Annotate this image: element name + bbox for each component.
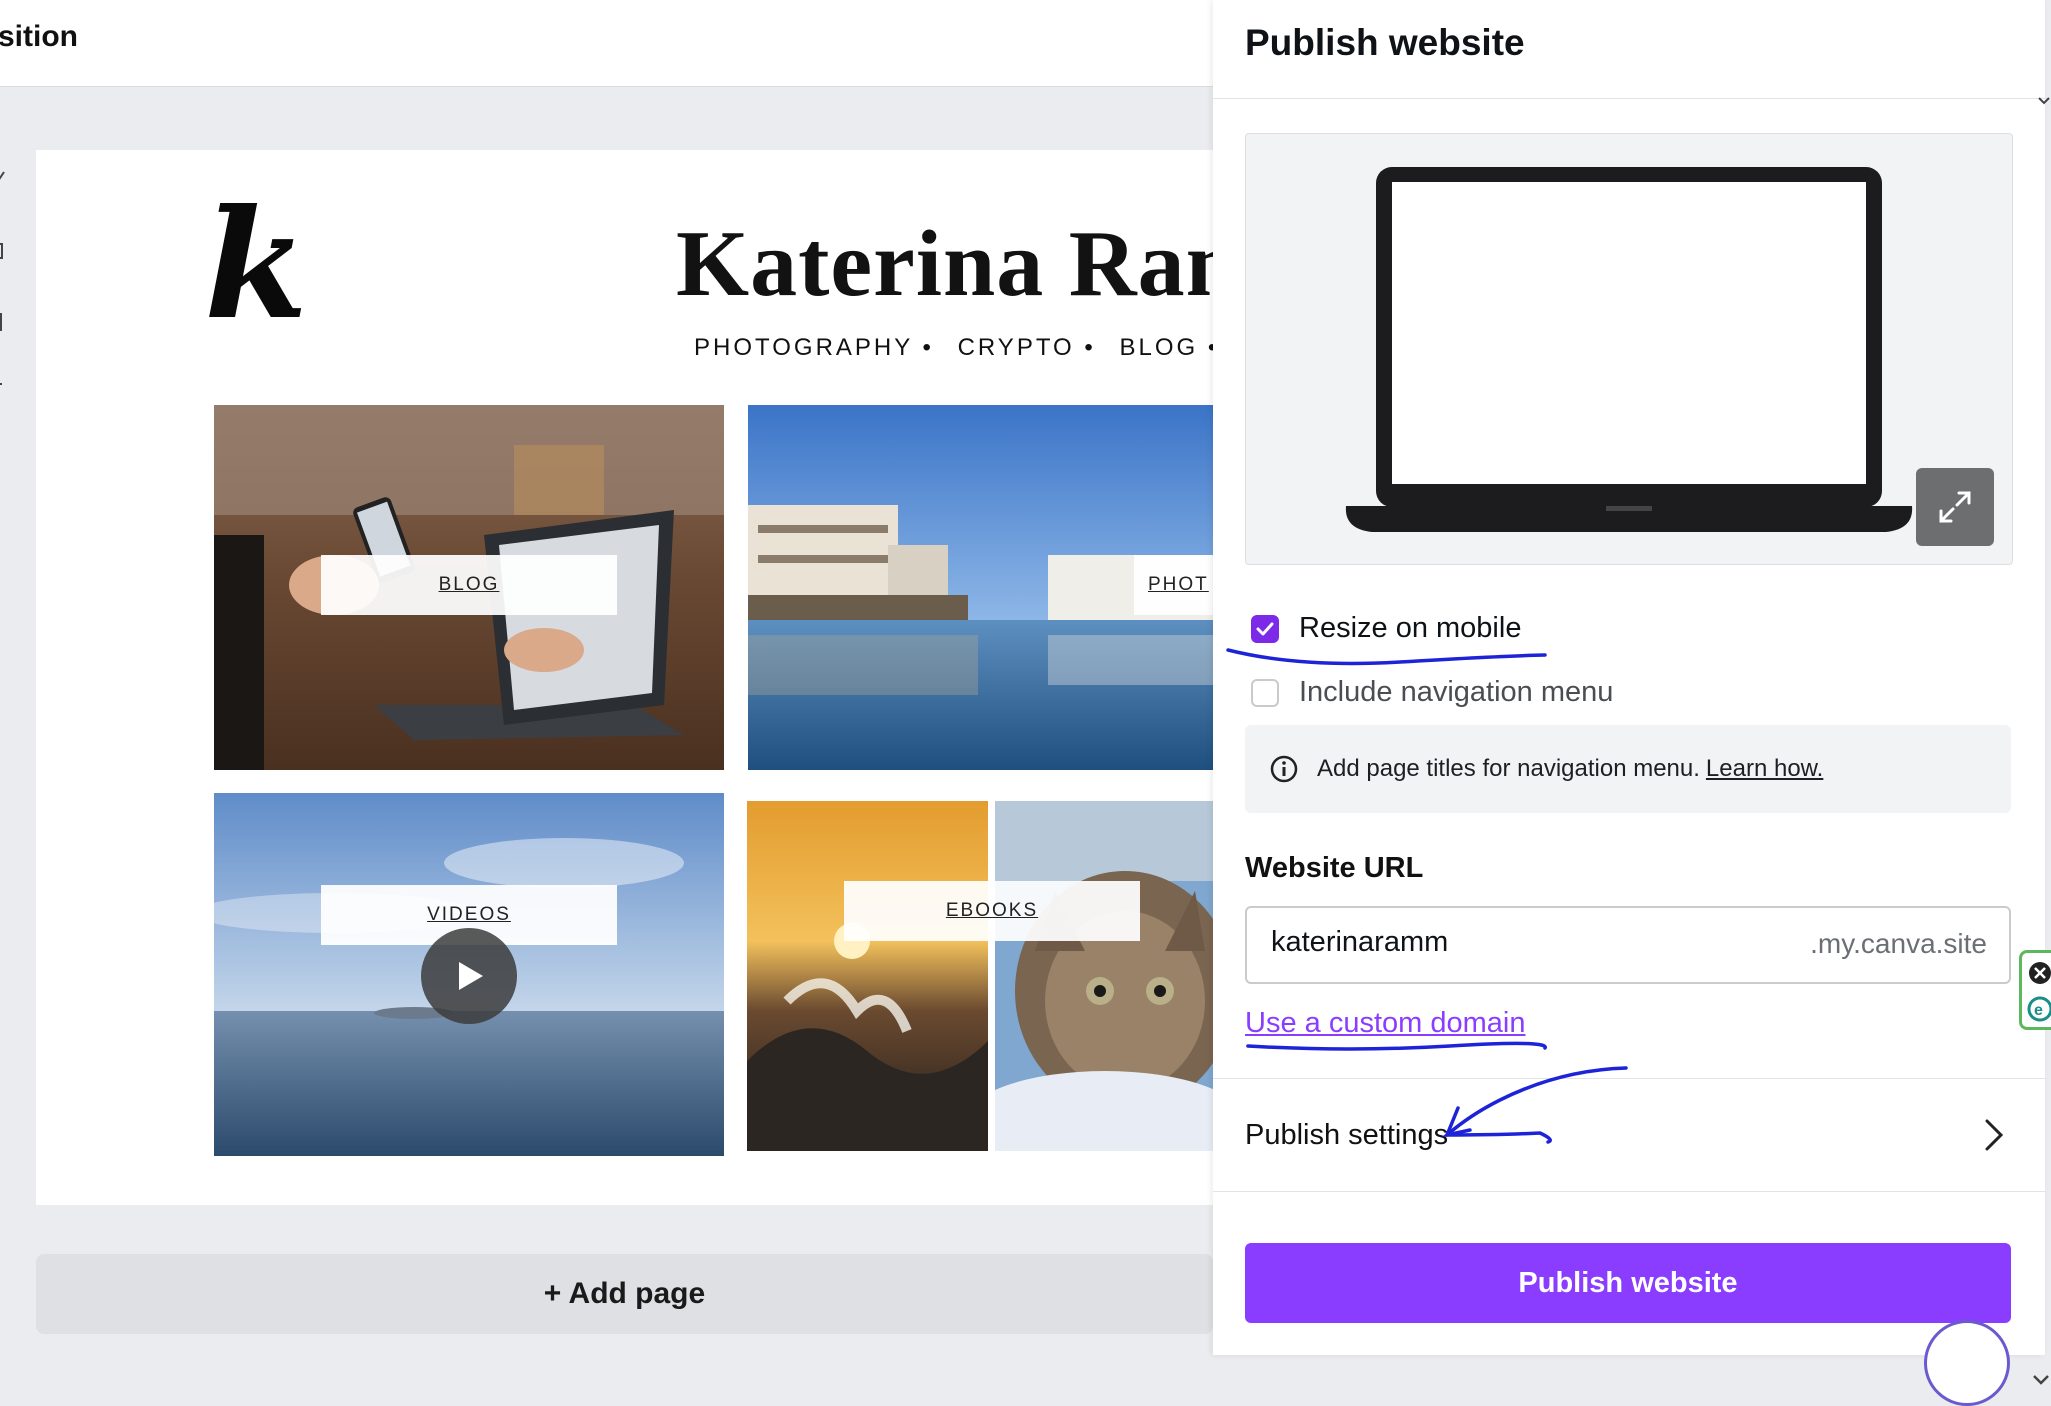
ebooks-tile-label-text: EBOOKS <box>945 900 1039 921</box>
blog-tile-label[interactable]: BLOG <box>321 555 617 615</box>
expand-preview-button[interactable] <box>1916 468 1994 546</box>
publish-settings-row[interactable]: Publish settings <box>1213 1079 2045 1191</box>
photography-tile-label-text: PHOT <box>1148 574 1209 595</box>
include-navigation-label: Include navigation menu <box>1299 676 1614 708</box>
design-title[interactable]: sition <box>0 20 78 54</box>
info-text: Add page titles for navigation menu. Lear… <box>1317 755 1823 783</box>
publish-website-panel: Publish website Resize on mobile Include… <box>1213 0 2045 1355</box>
play-icon <box>459 962 483 990</box>
kitten-photo <box>995 801 1213 1151</box>
videos-image-tile[interactable]: VIDEOS <box>214 793 724 1156</box>
chevron-down-icon[interactable] <box>2037 92 2051 112</box>
extension-icons: e <box>2027 962 2051 1022</box>
duplicate-icon[interactable] <box>0 312 8 332</box>
svg-text:e: e <box>2034 1002 2043 1019</box>
blog-image-tile[interactable]: BLOG <box>214 405 724 770</box>
videos-tile-label-text: VIDEOS <box>427 904 511 925</box>
resize-on-mobile-label: Resize on mobile <box>1299 612 1522 644</box>
include-navigation-option[interactable]: Include navigation menu <box>1251 676 1613 709</box>
site-nav-menu: PHOTOGRAPHY • CRYPTO • BLOG • W <box>694 334 1213 362</box>
divider <box>1213 1191 2045 1192</box>
sunset-waves-photo <box>747 801 988 1151</box>
ebooks-tile-label[interactable]: EBOOKS <box>844 881 1140 941</box>
help-button[interactable] <box>1924 1320 2010 1406</box>
photography-image-tile[interactable]: PHOT <box>748 405 1213 770</box>
info-message: Add page titles for navigation menu. <box>1317 755 1700 782</box>
kitten-tile[interactable] <box>995 801 1213 1151</box>
play-video-button[interactable] <box>421 928 517 1024</box>
sunset-waves-tile[interactable] <box>747 801 988 1151</box>
website-url-heading: Website URL <box>1245 852 1424 884</box>
checkmark-icon <box>1256 622 1274 635</box>
publish-settings-label: Publish settings <box>1245 1118 1449 1151</box>
laptop-preview-icon <box>1345 167 1913 532</box>
site-nav-item[interactable]: PHOTOGRAPHY • <box>694 334 934 361</box>
photography-tile-label[interactable]: PHOT <box>1134 555 1213 615</box>
learn-how-link[interactable]: Learn how. <box>1706 755 1823 782</box>
publish-website-button[interactable]: Publish website <box>1245 1243 2011 1323</box>
site-logo[interactable]: k <box>204 190 308 340</box>
navigation-info-note: Add page titles for navigation menu. Lear… <box>1245 725 2011 813</box>
divider <box>1213 98 2045 99</box>
use-custom-domain-link[interactable]: Use a custom domain <box>1245 1007 1525 1040</box>
site-title[interactable]: Katerina Ramm <box>676 210 1213 318</box>
website-url-field[interactable]: .my.canva.site <box>1245 906 2011 984</box>
info-icon <box>1270 755 1298 783</box>
browser-extension-widget[interactable]: e <box>2019 950 2051 1030</box>
resize-on-mobile-checkbox[interactable] <box>1251 614 1279 643</box>
include-navigation-checkbox[interactable] <box>1251 678 1279 707</box>
website-url-input[interactable] <box>1271 926 1751 959</box>
site-nav-item[interactable]: BLOG • <box>1119 334 1213 361</box>
panel-title: Publish website <box>1245 22 1525 63</box>
add-page-button[interactable]: + Add page <box>36 1254 1213 1334</box>
lock-icon[interactable] <box>0 236 8 259</box>
chevron-right-icon <box>1985 1119 2004 1151</box>
delete-icon[interactable] <box>0 380 8 401</box>
edit-pencil-icon[interactable] <box>0 168 8 188</box>
site-nav-item[interactable]: CRYPTO • <box>958 334 1096 361</box>
url-domain-suffix: .my.canva.site <box>1810 928 1987 959</box>
website-page-canvas[interactable]: k Katerina Ramm PHOTOGRAPHY • CRYPTO • B… <box>36 150 1213 1205</box>
blog-tile-label-text: BLOG <box>438 574 500 595</box>
desktop-preview <box>1245 133 2013 565</box>
chevron-down-icon[interactable] <box>2031 1370 2051 1390</box>
editor-top-bar: sition <box>0 0 1213 87</box>
expand-icon <box>1939 491 1971 523</box>
resize-on-mobile-option[interactable]: Resize on mobile <box>1251 612 1521 645</box>
